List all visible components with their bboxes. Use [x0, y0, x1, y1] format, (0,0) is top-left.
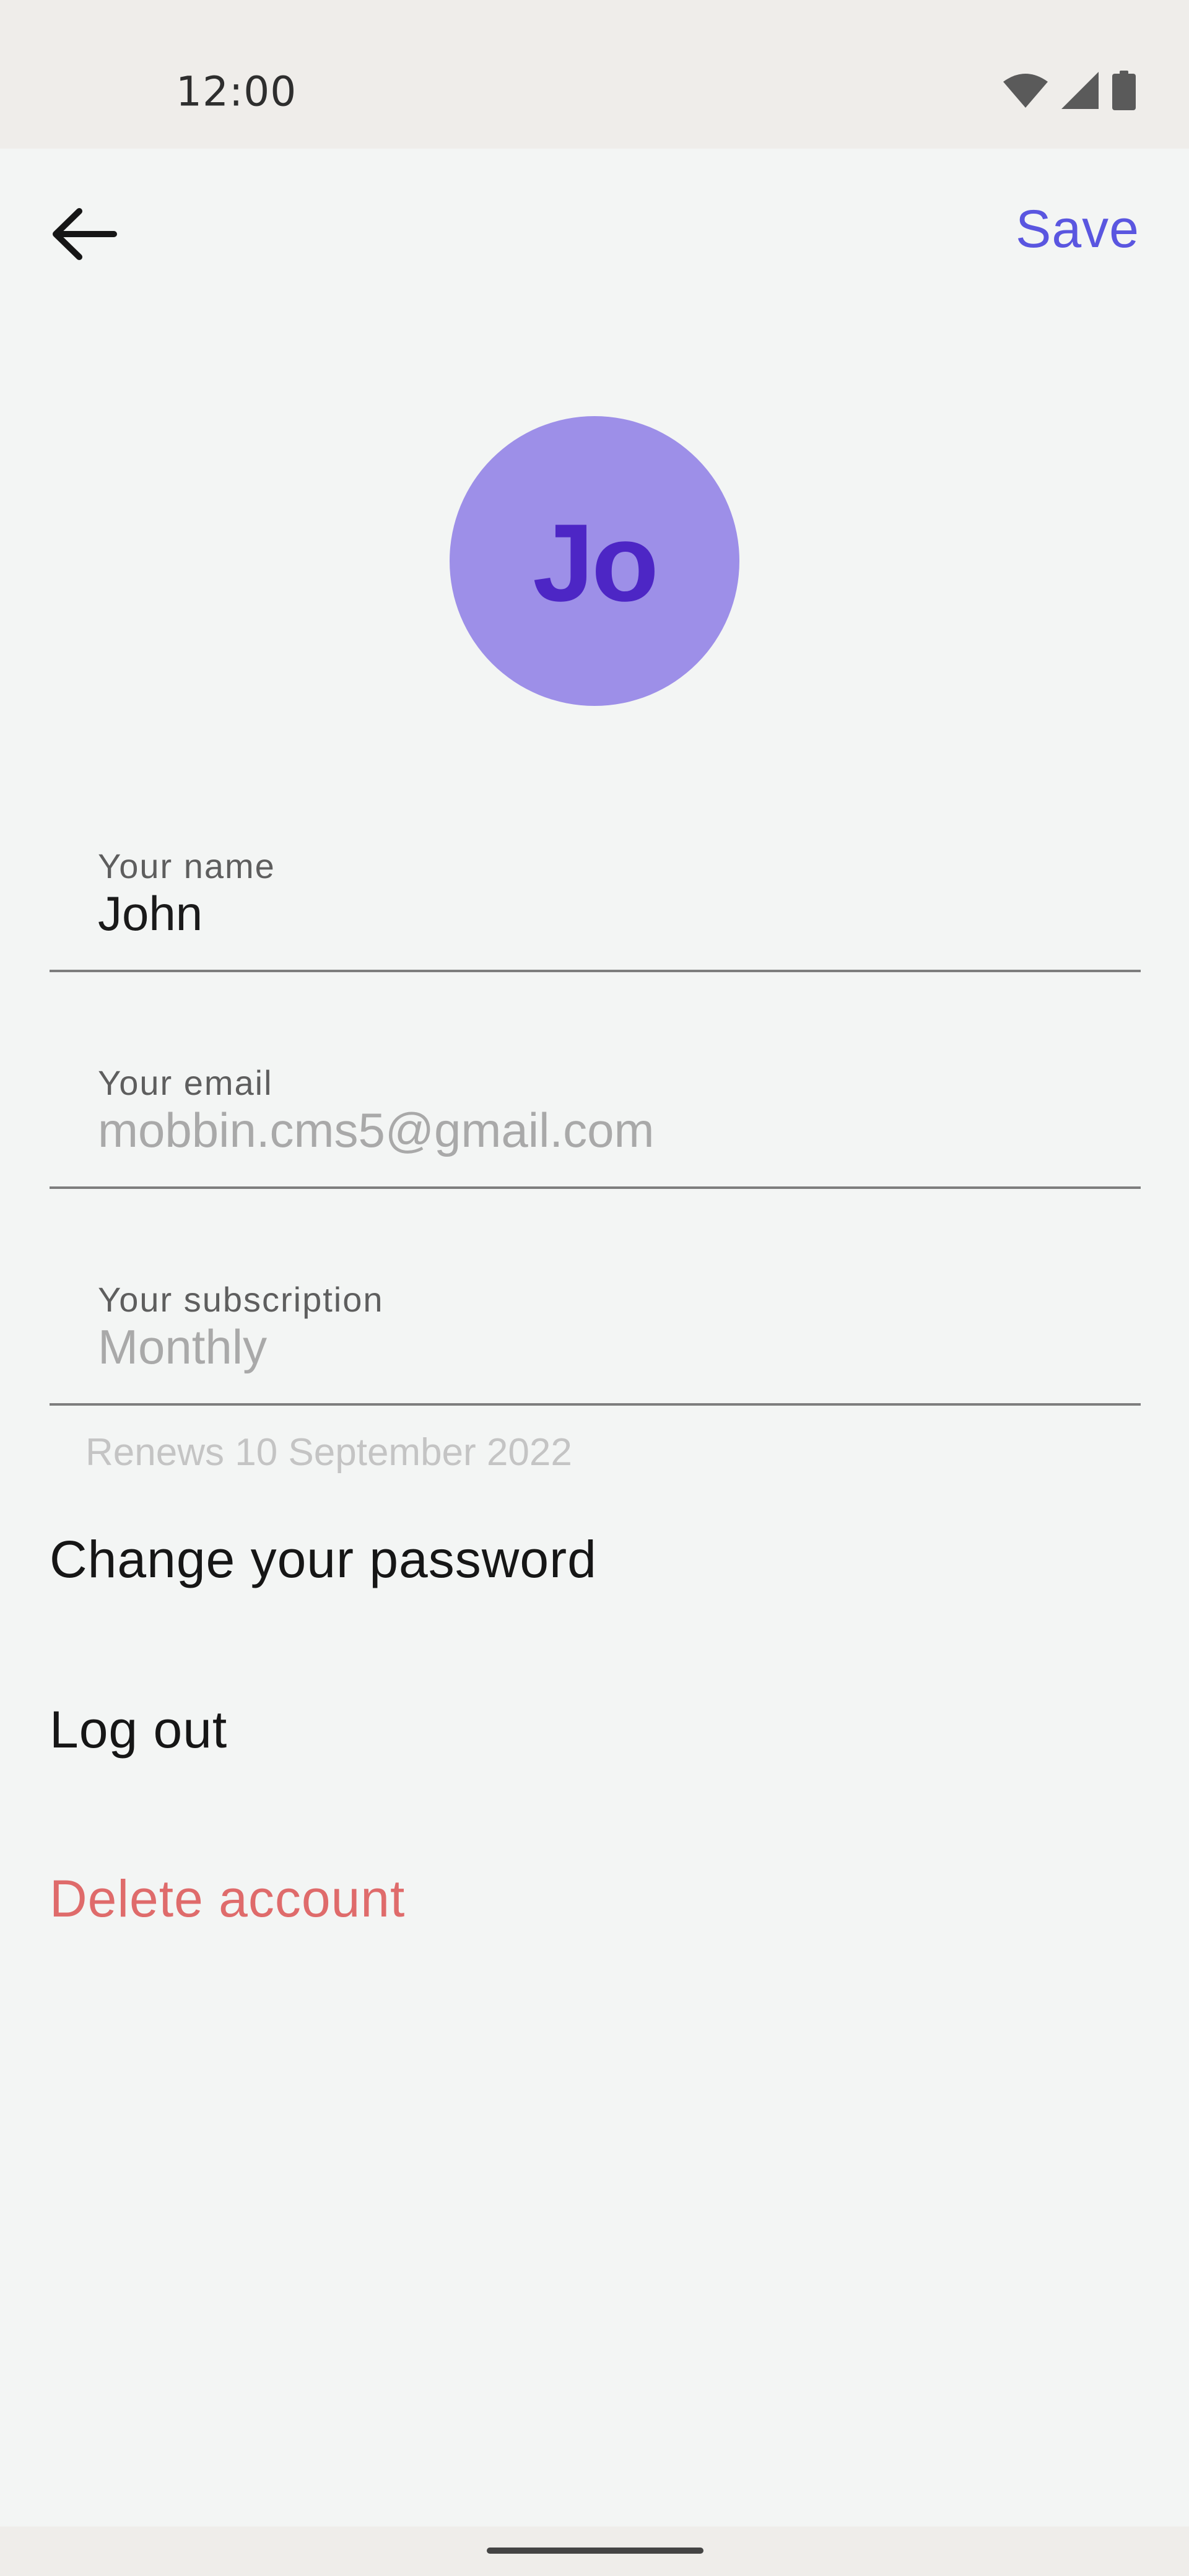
name-field[interactable]: Your name — [50, 824, 1141, 972]
email-input — [98, 1102, 1089, 1159]
cellular-signal-icon — [1061, 72, 1099, 109]
name-field-label: Your name — [98, 846, 276, 886]
subscription-field-label: Your subscription — [98, 1280, 384, 1319]
status-bar: 12:00 — [0, 0, 1189, 149]
email-field: Your email — [50, 1040, 1141, 1189]
name-input[interactable] — [98, 886, 1089, 942]
home-indicator[interactable] — [487, 2548, 703, 2554]
status-icons — [1003, 69, 1136, 111]
save-button[interactable]: Save — [1016, 186, 1139, 272]
avatar[interactable]: Jo — [450, 416, 739, 706]
subscription-renewal-text: Renews 10 September 2022 — [85, 1431, 572, 1474]
email-field-label: Your email — [98, 1063, 273, 1102]
top-app-bar: Save — [0, 149, 1189, 322]
log-out-button[interactable]: Log out — [50, 1700, 227, 1760]
delete-account-button[interactable]: Delete account — [50, 1869, 405, 1929]
back-button[interactable] — [43, 198, 124, 272]
change-password-button[interactable]: Change your password — [50, 1530, 597, 1590]
arrow-left-icon — [50, 206, 118, 265]
status-time: 12:00 — [176, 67, 297, 116]
avatar-initials: Jo — [533, 500, 659, 624]
navigation-bar — [0, 2526, 1189, 2576]
subscription-field: Your subscription — [50, 1257, 1141, 1406]
wifi-icon — [1003, 73, 1048, 108]
subscription-input — [98, 1319, 1089, 1375]
battery-icon — [1112, 71, 1136, 110]
